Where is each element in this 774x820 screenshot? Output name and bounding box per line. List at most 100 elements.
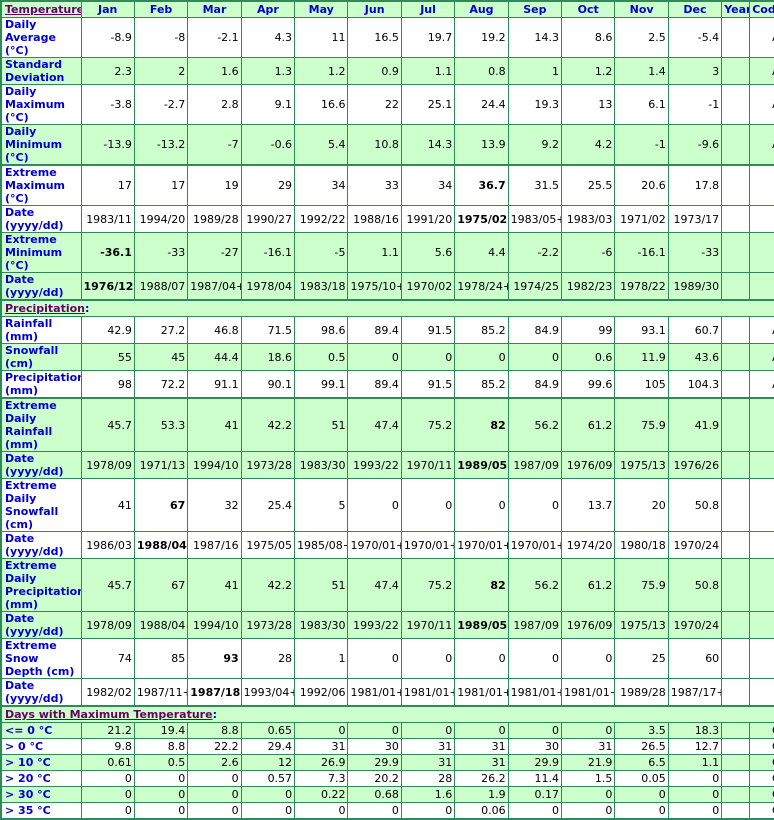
code-cell: [749, 451, 774, 479]
value-cell: 0.65: [240, 722, 296, 739]
value-cell: 0: [240, 802, 296, 820]
value-cell: 0: [400, 722, 456, 739]
value-cell: 99: [561, 316, 616, 344]
code-cell: A: [749, 57, 774, 85]
value-cell: -1: [667, 84, 723, 125]
value-cell: 1993/22: [347, 451, 402, 479]
value-cell: -33: [133, 232, 189, 273]
value-cell: 0.6: [561, 343, 616, 371]
value-cell: 14.3: [400, 124, 456, 166]
value-cell: 1983/05+: [507, 205, 563, 233]
value-cell: 1987/09: [507, 451, 563, 479]
value-cell: 1975/05: [240, 531, 296, 559]
value-cell: 0: [294, 722, 349, 739]
value-cell: 1982/23: [561, 272, 616, 301]
value-cell: 1970/01+: [400, 531, 456, 559]
days-max-temperature-link[interactable]: Days with Maximum Temperature: [5, 708, 213, 721]
code-cell: C: [749, 770, 774, 787]
value-cell: 17: [133, 164, 189, 206]
value-cell: 5: [294, 478, 349, 532]
value-cell: 1978/22: [614, 272, 669, 301]
year-cell: [721, 205, 751, 233]
value-cell: 5.4: [294, 124, 349, 166]
month-header: Apr: [240, 0, 296, 18]
value-cell: 1991/20: [400, 205, 456, 233]
value-cell: 44.4: [187, 343, 242, 371]
value-cell: 2.3: [80, 57, 135, 85]
value-cell: 1987/17+: [667, 678, 723, 707]
value-cell: 29.9: [507, 754, 563, 771]
row-label: > 0 °C: [0, 738, 82, 755]
value-cell: 28: [400, 770, 456, 787]
value-cell: 105: [614, 370, 669, 399]
precipitation-link[interactable]: Precipitation: [5, 302, 85, 315]
value-cell: 13.9: [454, 124, 509, 166]
month-header: Mar: [187, 0, 242, 18]
value-cell: -0.6: [240, 124, 296, 166]
year-cell: [721, 611, 751, 639]
value-cell: 0: [347, 478, 402, 532]
value-cell: 2.5: [614, 17, 669, 58]
value-cell: 72.2: [133, 370, 189, 399]
value-cell: 28: [240, 638, 296, 679]
value-cell: 50.8: [667, 478, 723, 532]
value-cell: 34: [400, 164, 456, 206]
days-max-temperature-section-header: Days with Maximum Temperature:: [0, 705, 774, 723]
value-cell: 1.6: [187, 57, 242, 85]
precipitation-section-header: Precipitation:: [0, 299, 774, 317]
value-cell: 0: [454, 722, 509, 739]
value-cell: 53.3: [133, 397, 189, 452]
value-cell: 31: [454, 738, 509, 755]
value-cell: 1970/11: [400, 451, 456, 479]
value-cell: 41.9: [667, 397, 723, 452]
value-cell: 42.9: [80, 316, 135, 344]
value-cell: 0.22: [294, 786, 349, 803]
value-cell: 1988/16: [347, 205, 402, 233]
table-row: Daily Minimum (°C) -13.9 -13.2 -7 -0.6 5.4 10.…: [0, 124, 774, 166]
code-cell: [749, 611, 774, 639]
month-header: Jun: [347, 0, 402, 18]
table-row: Date (yyyy/dd) 1978/09 1971/13 1994/10 1973/…: [0, 451, 774, 479]
value-cell: 0: [454, 343, 509, 371]
value-cell: 30: [347, 738, 402, 755]
value-cell: 75.9: [614, 558, 669, 612]
code-cell: A: [749, 343, 774, 371]
value-cell: 26.9: [294, 754, 349, 771]
value-cell: 104.3: [667, 370, 723, 399]
value-cell: 98: [80, 370, 135, 399]
temperature-link[interactable]: Temperature: [5, 3, 80, 16]
value-cell: -33: [667, 232, 723, 273]
value-cell: -6: [561, 232, 616, 273]
value-cell: 1981/01+: [507, 678, 563, 707]
row-label: Daily Maximum (°C): [0, 84, 82, 125]
value-cell: 20.2: [347, 770, 402, 787]
value-cell: 1973/28: [240, 451, 296, 479]
value-cell: 1980/18: [614, 531, 669, 559]
table-row: Date (yyyy/dd) 1986/03 1988/04 1987/16 1975/…: [0, 531, 774, 559]
value-cell: 71.5: [240, 316, 296, 344]
value-cell: 91.5: [400, 370, 456, 399]
table-row: > 0 °C 9.8 8.8 22.2 29.4 31 30 31 31 30 31 26.5 12.7…: [0, 738, 774, 755]
table-row: Standard Deviation 2.3 2 1.6 1.3 1.2 0.9 1.1 0.8…: [0, 57, 774, 85]
value-cell: 12: [240, 754, 296, 771]
climate-table: Temperature: Jan Feb Mar Apr May Jun Jul…: [0, 0, 774, 820]
value-cell: 25.4: [240, 478, 296, 532]
value-cell: -2.1: [187, 17, 242, 58]
value-cell: 89.4: [347, 370, 402, 399]
value-cell: -27: [187, 232, 242, 273]
value-cell: 1994/20: [133, 205, 189, 233]
table-row: > 10 °C 0.61 0.5 2.6 12 26.9 29.9 31 31 29.9 21.9 6…: [0, 754, 774, 771]
value-cell: 25: [614, 638, 669, 679]
value-cell: 0: [507, 478, 563, 532]
value-cell: -36.1: [80, 232, 135, 273]
value-cell: -13.2: [133, 124, 189, 166]
table-row: Extreme Snow Depth (cm) 74 85 93 28 1 0 0 0 0 0 25 6…: [0, 638, 774, 679]
value-cell: -9.6: [667, 124, 723, 166]
table-row: Extreme Daily Snowfall (cm) 41 67 32 25.4 5 0 0…: [0, 478, 774, 532]
value-cell: 1987/11+: [133, 678, 189, 707]
value-cell: 1970/11: [400, 611, 456, 639]
value-cell: 11.9: [614, 343, 669, 371]
value-cell: 1: [294, 638, 349, 679]
value-cell: 43.6: [667, 343, 723, 371]
value-cell: 1971/13: [133, 451, 189, 479]
